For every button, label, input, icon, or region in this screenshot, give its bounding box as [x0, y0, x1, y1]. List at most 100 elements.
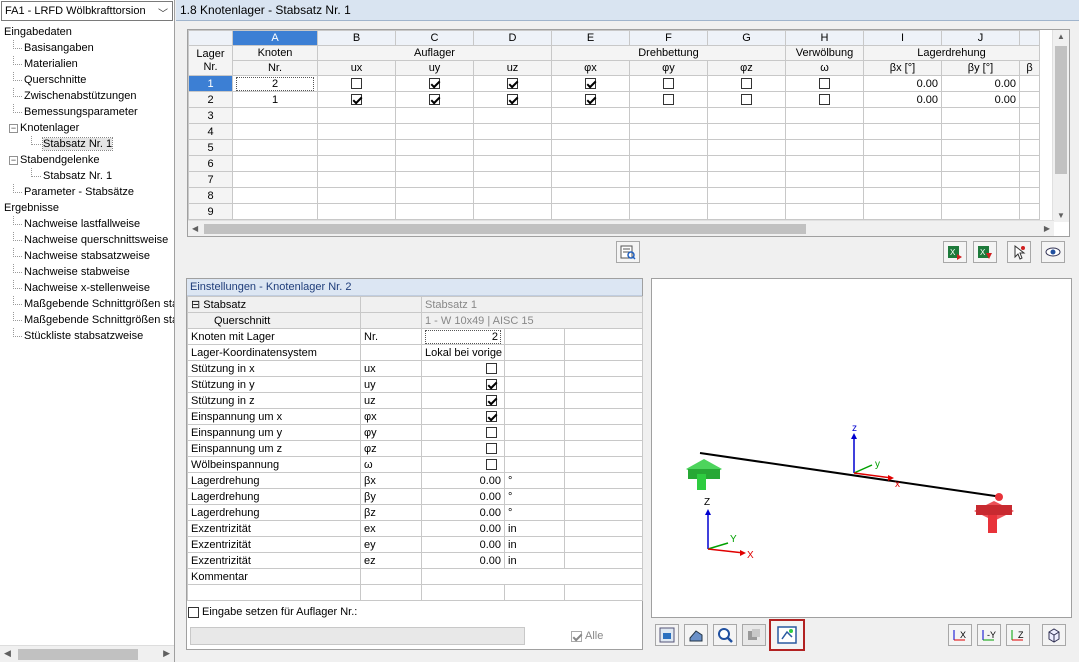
setting-value[interactable]: 0.00: [422, 505, 505, 521]
eingabe-setzen-checkbox[interactable]: [188, 607, 199, 618]
tree-item[interactable]: Stabsatz Nr. 1: [0, 136, 174, 152]
table-row[interactable]: 4: [189, 124, 1040, 140]
uy-cell[interactable]: [396, 124, 474, 140]
tree-item[interactable]: Stückliste stabsatzweise: [0, 328, 174, 344]
member-view-button[interactable]: [684, 624, 708, 646]
scroll-right-icon[interactable]: ▶: [163, 648, 170, 659]
tree-item[interactable]: Nachweise x-stellenweise: [0, 280, 174, 296]
phiz-cell[interactable]: [708, 140, 786, 156]
phix-cell[interactable]: [552, 92, 630, 108]
table-row[interactable]: 8: [189, 188, 1040, 204]
collapse-toggle-icon[interactable]: −: [9, 156, 18, 165]
bx-cell[interactable]: [864, 156, 942, 172]
uz-cell[interactable]: [474, 108, 552, 124]
by-cell[interactable]: [942, 172, 1020, 188]
uz-checkbox[interactable]: [507, 78, 518, 89]
uy-cell[interactable]: [396, 156, 474, 172]
uy-cell[interactable]: [396, 172, 474, 188]
phiy-cell[interactable]: [630, 76, 708, 92]
ux-cell[interactable]: [318, 124, 396, 140]
scroll-left-icon[interactable]: ◀: [192, 224, 198, 233]
phix-cell[interactable]: [552, 76, 630, 92]
zoom-button[interactable]: [713, 624, 737, 646]
omega-cell[interactable]: [786, 188, 864, 204]
settings-row[interactable]: Stützung in xux: [188, 361, 643, 377]
phiy-cell[interactable]: [630, 92, 708, 108]
knoten-cell[interactable]: [233, 172, 318, 188]
phiy-cell[interactable]: [630, 172, 708, 188]
omega-cell[interactable]: [786, 172, 864, 188]
column-letter[interactable]: J: [942, 31, 1020, 46]
row-header[interactable]: 4: [189, 124, 233, 140]
setting-value[interactable]: Lokal bei vorige: [422, 345, 505, 361]
settings-row[interactable]: Kommentar: [188, 569, 643, 585]
column-letter[interactable]: I: [864, 31, 942, 46]
setting-value[interactable]: [422, 457, 505, 473]
excel-export-button[interactable]: X: [943, 241, 967, 263]
knoten-cell[interactable]: [233, 140, 318, 156]
phiz-cell[interactable]: [708, 204, 786, 220]
phiz-cell[interactable]: [708, 124, 786, 140]
uz-cell[interactable]: [474, 188, 552, 204]
collapse-toggle-icon[interactable]: −: [9, 124, 18, 133]
by-cell[interactable]: [942, 188, 1020, 204]
column-letter[interactable]: F: [630, 31, 708, 46]
ux-cell[interactable]: [318, 188, 396, 204]
tree-item[interactable]: Querschnitte: [0, 72, 174, 88]
uy-checkbox[interactable]: [429, 78, 440, 89]
bx-cell[interactable]: [864, 108, 942, 124]
row-header[interactable]: 7: [189, 172, 233, 188]
settings-row[interactable]: Stützung in yuy: [188, 377, 643, 393]
phiy-cell[interactable]: [630, 188, 708, 204]
phix-checkbox[interactable]: [585, 94, 596, 105]
table-row[interactable]: 7: [189, 172, 1040, 188]
knoten-cell[interactable]: [233, 124, 318, 140]
bx-cell[interactable]: [864, 140, 942, 156]
setting-value[interactable]: [422, 441, 505, 457]
tree-item[interactable]: −Knotenlager: [0, 120, 174, 136]
table-row[interactable]: 210.000.00: [189, 92, 1040, 108]
column-letter[interactable]: B: [318, 31, 396, 46]
uz-cell[interactable]: [474, 172, 552, 188]
by-cell[interactable]: [942, 124, 1020, 140]
module-selector[interactable]: FA1 - LRFD Wölbkrafttorsion ﹀: [1, 1, 173, 21]
knoten-cell[interactable]: 1: [233, 92, 318, 108]
tree-item[interactable]: Nachweise stabweise: [0, 264, 174, 280]
knoten-mit-lager-input[interactable]: 2: [425, 330, 501, 344]
row-header[interactable]: 3: [189, 108, 233, 124]
uy-checkbox[interactable]: [429, 94, 440, 105]
tree-item[interactable]: −Stabendgelenke: [0, 152, 174, 168]
ux-cell[interactable]: [318, 76, 396, 92]
phiy-cell[interactable]: [630, 156, 708, 172]
by-cell[interactable]: [942, 108, 1020, 124]
by-cell[interactable]: [942, 156, 1020, 172]
uy-cell[interactable]: [396, 92, 474, 108]
uz-cell[interactable]: [474, 204, 552, 220]
uz-cell[interactable]: [474, 140, 552, 156]
omega-cell[interactable]: [786, 124, 864, 140]
settings-row[interactable]: Knoten mit LagerNr.2: [188, 329, 643, 345]
table-row[interactable]: 6: [189, 156, 1040, 172]
uz-cell[interactable]: [474, 76, 552, 92]
setting-checkbox[interactable]: [486, 443, 497, 454]
bx-cell[interactable]: 0.00: [864, 92, 942, 108]
eingabe-setzen-option[interactable]: Eingabe setzen für Auflager Nr.:: [188, 606, 357, 618]
gray-toggle-button[interactable]: [742, 624, 766, 646]
setting-value[interactable]: [422, 425, 505, 441]
table-row[interactable]: 120.000.00: [189, 76, 1040, 92]
knoten-cell[interactable]: 2: [233, 76, 318, 92]
phiy-cell[interactable]: [630, 108, 708, 124]
bz-cell[interactable]: [1020, 92, 1040, 108]
ux-checkbox[interactable]: [351, 78, 362, 89]
omega-cell[interactable]: [786, 76, 864, 92]
uz-cell[interactable]: [474, 124, 552, 140]
phiy-cell[interactable]: [630, 140, 708, 156]
scroll-up-icon[interactable]: ▲: [1057, 32, 1065, 41]
tree-item[interactable]: Nachweise stabsatzweise: [0, 248, 174, 264]
phiz-cell[interactable]: [708, 172, 786, 188]
eye-view-button[interactable]: [1041, 241, 1065, 263]
table-vscrollbar[interactable]: ▲ ▼: [1052, 30, 1069, 222]
setting-value[interactable]: Stabsatz 1: [422, 297, 643, 313]
uz-cell[interactable]: [474, 92, 552, 108]
phiz-cell[interactable]: [708, 108, 786, 124]
